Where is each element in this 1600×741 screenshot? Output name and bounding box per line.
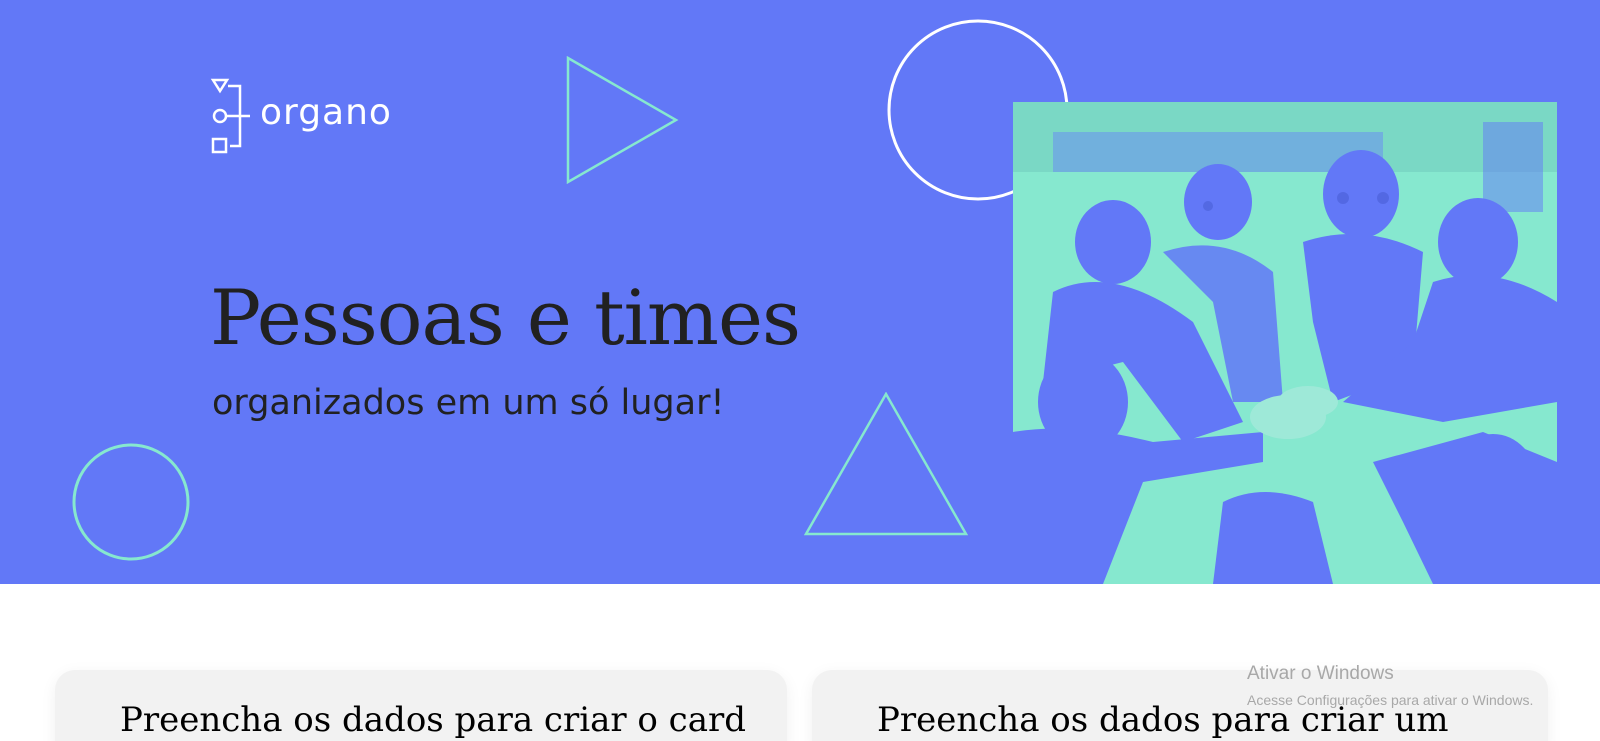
triangle-right-decoration — [566, 56, 679, 184]
team-photo — [1013, 102, 1557, 584]
triangle-up-decoration — [803, 392, 969, 536]
watermark-title: Ativar o Windows — [1247, 663, 1394, 684]
hero-banner: organo Pessoas e times organizados em um… — [0, 0, 1600, 584]
organo-logo[interactable]: organo — [210, 76, 392, 156]
circle-small-decoration — [72, 443, 190, 561]
watermark-subtitle: Acesse Configurações para ativar o Windo… — [1247, 692, 1534, 708]
windows-activation-watermark: Ativar o Windows Acesse Configurações pa… — [1247, 662, 1533, 710]
team-hands-together-photo-icon — [1013, 102, 1557, 584]
hero-subheadline: organizados em um só lugar! — [212, 383, 725, 423]
logo-text: organo — [260, 92, 392, 133]
organo-logo-icon — [210, 78, 250, 154]
form-card-left: Preencha os dados para criar o card — [55, 670, 787, 741]
hero-headline: Pessoas e times — [210, 273, 801, 362]
form-title-left: Preencha os dados para criar o card — [120, 700, 747, 740]
